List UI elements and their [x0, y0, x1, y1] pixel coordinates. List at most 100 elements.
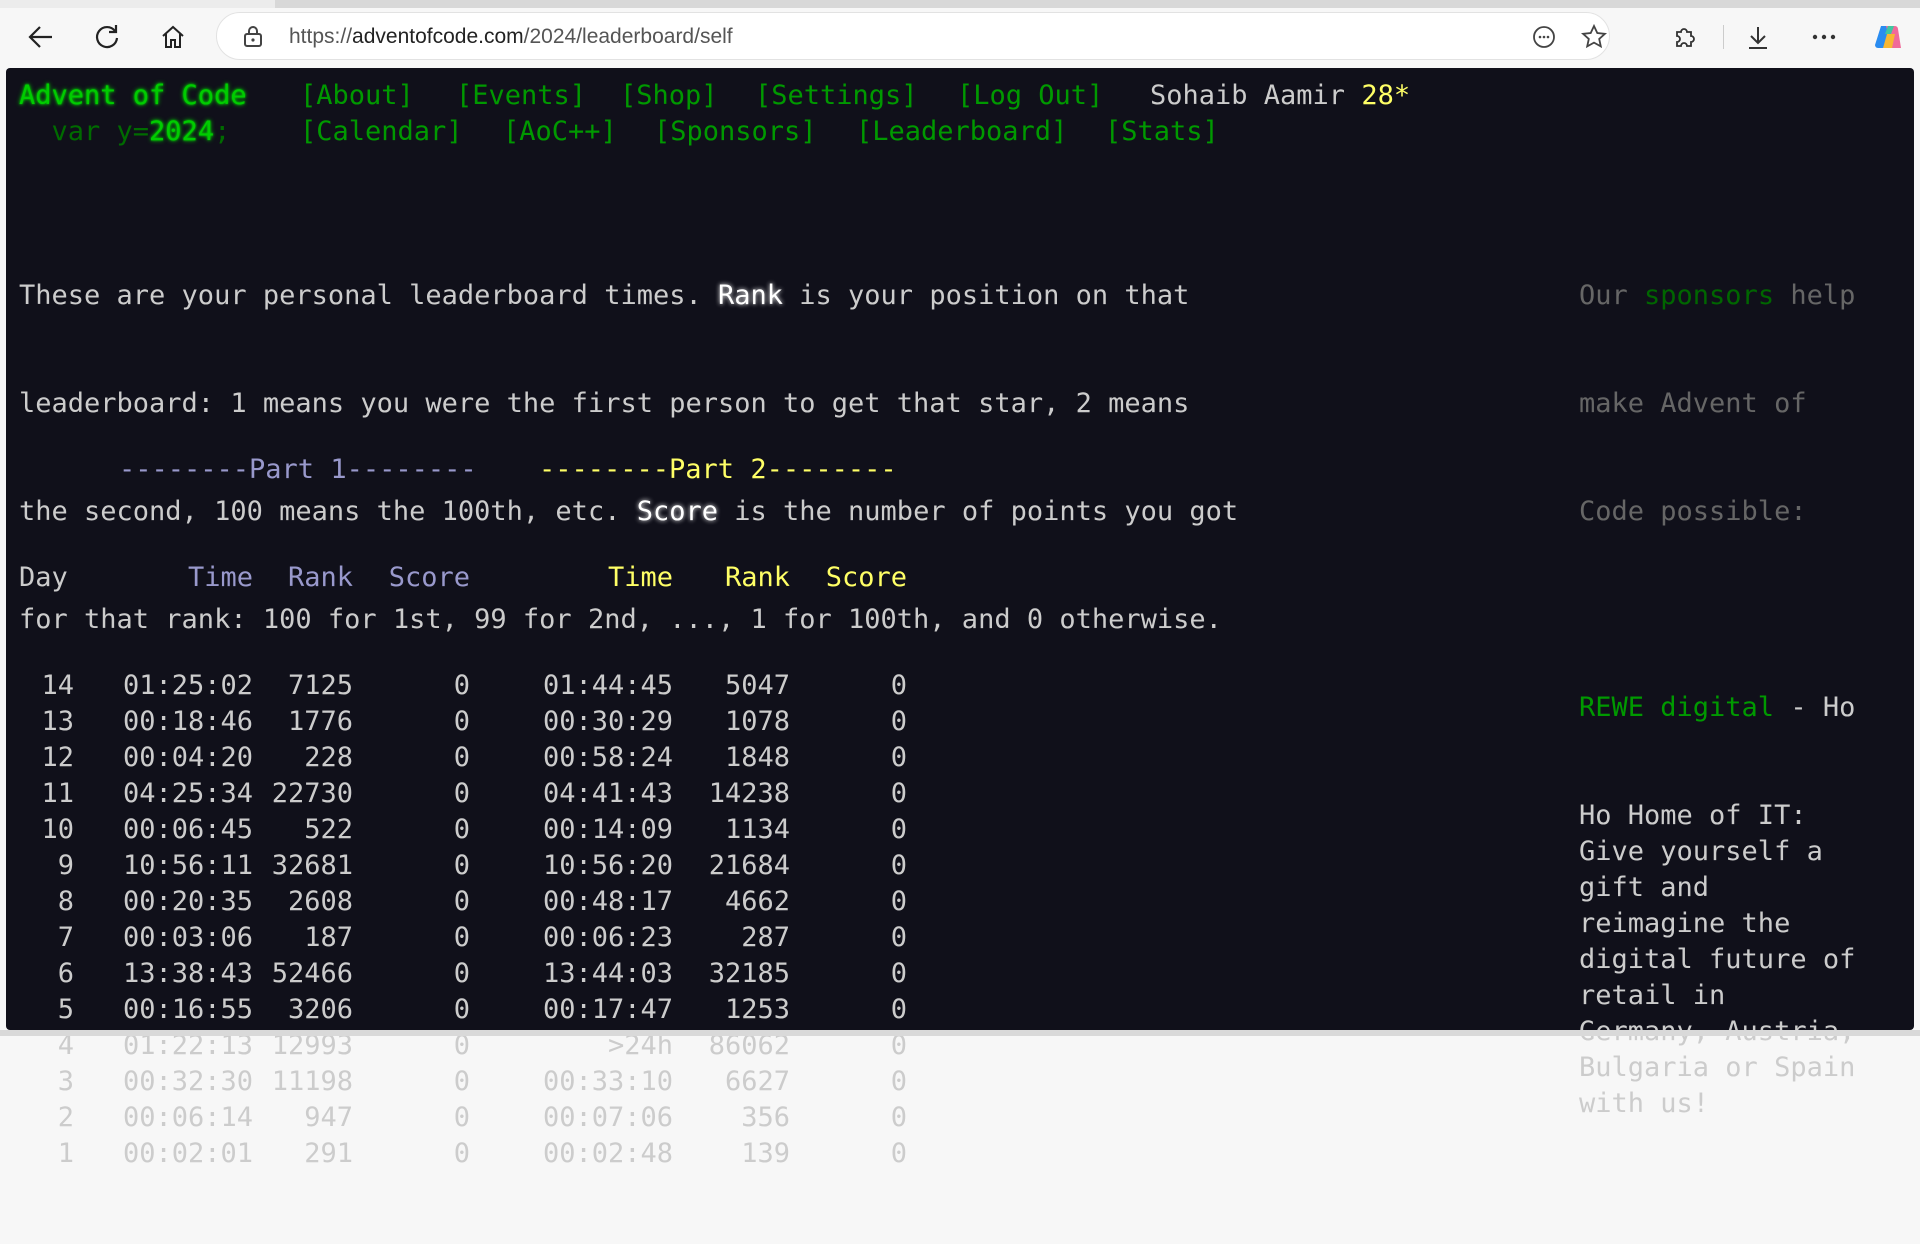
part1-rank-cell: 522 — [304, 814, 353, 845]
part2-rank-cell: 5047 — [724, 670, 790, 701]
table-row: 9 10:56:11 32681 0 10:56:20 21684 0 — [19, 848, 907, 884]
part1-rank-cell: 11198 — [271, 1066, 353, 1097]
part1-time-cell: 00:18:46 — [122, 706, 253, 737]
day-cell: 3 — [57, 1066, 74, 1097]
part2-score-cell: 0 — [890, 670, 907, 701]
part1-score-cell: 0 — [453, 994, 470, 1025]
intro-text-part: is your position on that — [783, 280, 1190, 311]
sponsor-ad-line: retail in — [1579, 980, 1726, 1011]
rewe-digital-link[interactable]: REWE digital — [1579, 692, 1774, 723]
part1-rank-cell: 7125 — [287, 670, 353, 701]
part2-time-cell: 01:44:45 — [542, 670, 673, 701]
part2-rank-cell: 4662 — [724, 886, 790, 917]
part1-time-cell: 00:04:20 — [122, 742, 253, 773]
star-count: 28* — [1361, 80, 1411, 111]
day-cell: 10 — [41, 814, 74, 845]
part1-time-cell: 00:16:55 — [122, 994, 253, 1025]
copilot-icon[interactable] — [1871, 20, 1905, 54]
column-header-row: Day Time Rank Score Time Rank Score — [19, 560, 907, 596]
page-content: Advent of Code var y=2024; [About] [Even… — [6, 68, 1914, 1169]
part1-score-cell: 0 — [453, 1138, 470, 1169]
download-icon[interactable] — [1741, 20, 1775, 54]
part-header-row: --------Part 1-------- --------Part 2---… — [19, 452, 897, 488]
nav-events[interactable]: [Events] — [456, 78, 586, 114]
year-value: 2024 — [149, 116, 215, 147]
col-rank-part2: Rank — [724, 562, 790, 593]
part2-rank-cell: 14238 — [708, 778, 790, 809]
nav-logout[interactable]: [Log Out] — [957, 78, 1103, 114]
table-row: 11 04:25:34 22730 0 04:41:43 14238 0 — [19, 776, 907, 812]
nav-sponsors[interactable]: [Sponsors] — [654, 114, 817, 150]
intro-line-4: for that rank: 100 for 1st, 99 for 2nd, … — [19, 604, 1222, 635]
site-year[interactable]: var y=2024; — [19, 114, 231, 150]
day-cell: 12 — [41, 742, 74, 773]
part1-rank-cell: 947 — [304, 1102, 353, 1133]
reload-icon[interactable] — [90, 20, 124, 54]
part1-score-cell: 0 — [453, 850, 470, 881]
part1-score-cell: 0 — [453, 958, 470, 989]
url-host: adventofcode.com — [352, 25, 524, 48]
year-suffix: ; — [214, 116, 231, 147]
part2-time-cell: 04:41:43 — [542, 778, 673, 809]
part2-time-cell: 13:44:03 — [542, 958, 673, 989]
more-options-icon[interactable] — [1807, 20, 1841, 54]
part1-time-cell: 00:03:06 — [122, 922, 253, 953]
part2-score-cell: 0 — [890, 742, 907, 773]
sponsor-ad-line: reimagine the — [1579, 908, 1791, 939]
nav-settings[interactable]: [Settings] — [755, 78, 918, 114]
day-cell: 7 — [57, 922, 74, 953]
sponsor-line-1: Our sponsors help — [1579, 278, 1899, 314]
nav-stats[interactable]: [Stats] — [1105, 114, 1219, 150]
day-cell: 1 — [57, 1138, 74, 1169]
col-time-part1: Time — [187, 562, 253, 593]
leaderboard-table: --------Part 1-------- --------Part 2---… — [19, 380, 907, 1244]
part1-rank-cell: 2608 — [287, 886, 353, 917]
nav-aoc-plus[interactable]: [AoC++] — [503, 114, 617, 150]
reader-mode-icon[interactable] — [1529, 22, 1559, 52]
bottom-scroll-strip — [0, 1030, 1920, 1036]
part1-time-cell: 04:25:34 — [122, 778, 253, 809]
sponsor-ad-line: gift and — [1579, 872, 1710, 903]
sponsor-ad-line: Give yourself a — [1579, 836, 1823, 867]
home-icon[interactable] — [156, 20, 190, 54]
intro-text-part: These are your personal leaderboard time… — [19, 280, 718, 311]
part1-rank-cell: 291 — [304, 1138, 353, 1169]
part2-time-cell: 00:48:17 — [542, 886, 673, 917]
part2-score-cell: 0 — [890, 886, 907, 917]
back-icon[interactable] — [24, 20, 58, 54]
sponsors-link[interactable]: sponsors — [1644, 280, 1774, 311]
address-bar[interactable]: https://adventofcode.com/2024/leaderboar… — [216, 12, 1610, 60]
nav-about[interactable]: [About] — [300, 78, 414, 114]
day-cell: 5 — [57, 994, 74, 1025]
active-tab-strip[interactable] — [275, 0, 1920, 8]
nav-leaderboard[interactable]: [Leaderboard] — [856, 114, 1067, 150]
user-info[interactable]: Sohaib Aamir 28* — [1150, 78, 1410, 114]
intro-text-part: is the number of points you got — [718, 496, 1239, 527]
nav-calendar[interactable]: [Calendar] — [300, 114, 463, 150]
part2-score-cell: 0 — [890, 1138, 907, 1169]
table-row: 8 00:20:35 2608 0 00:48:17 4662 0 — [19, 884, 907, 920]
part2-time-cell: 00:14:09 — [542, 814, 673, 845]
table-row: 7 00:03:06 187 0 00:06:23 287 0 — [19, 920, 907, 956]
lock-icon[interactable] — [243, 25, 263, 47]
part1-score-cell: 0 — [453, 778, 470, 809]
part2-score-cell: 0 — [890, 814, 907, 845]
site-title[interactable]: Advent of Code — [19, 78, 247, 114]
part1-score-cell: 0 — [453, 1066, 470, 1097]
part2-rank-cell: 139 — [741, 1138, 790, 1169]
url-text[interactable]: https://adventofcode.com/2024/leaderboar… — [289, 25, 733, 49]
table-row: 2 00:06:14 947 0 00:07:06 356 0 — [19, 1100, 907, 1136]
intro-line-3: the second, 100 means the 100th, etc. Sc… — [19, 494, 1309, 530]
part1-score-cell: 0 — [453, 886, 470, 917]
part1-rank-cell: 1776 — [287, 706, 353, 737]
col-day: Day — [19, 562, 68, 593]
favorite-star-icon[interactable] — [1579, 22, 1609, 52]
part1-time-cell: 13:38:43 — [122, 958, 253, 989]
part2-time-cell: 00:30:29 — [542, 706, 673, 737]
nav-shop[interactable]: [Shop] — [620, 78, 718, 114]
extensions-icon[interactable] — [1668, 20, 1702, 54]
part2-score-cell: 0 — [890, 994, 907, 1025]
intro-line-1: These are your personal leaderboard time… — [19, 278, 1309, 314]
part1-score-cell: 0 — [453, 1102, 470, 1133]
table-row: 13 00:18:46 1776 0 00:30:29 1078 0 — [19, 704, 907, 740]
